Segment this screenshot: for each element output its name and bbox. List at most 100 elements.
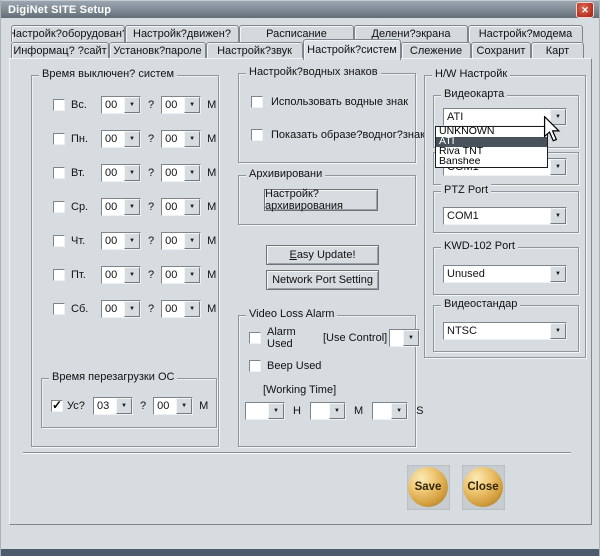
dropdown-option-unknown[interactable]: UNKNOWN xyxy=(436,127,547,137)
hour-select-monday[interactable]: 00▼ xyxy=(101,130,141,148)
dropdown-arrow-icon[interactable]: ▼ xyxy=(329,403,345,419)
dialog-bottom-edge xyxy=(1,549,600,556)
checkbox-saturday[interactable] xyxy=(53,303,65,315)
kwd102-port-select[interactable]: Unused▼ xyxy=(443,265,567,283)
hour-select-saturday[interactable]: 00▼ xyxy=(101,300,141,318)
dropdown-arrow-icon[interactable]: ▼ xyxy=(550,208,566,224)
dropdown-arrow-icon[interactable]: ▼ xyxy=(268,403,284,419)
checkbox-wednesday[interactable] xyxy=(53,201,65,213)
dropdown-arrow-icon[interactable]: ▼ xyxy=(184,233,200,249)
beep-used-label: Beep Used xyxy=(267,360,321,372)
tab-row-1: Настройк?оборудован? Настройк?движен? Ра… xyxy=(11,25,583,42)
day-label: Пт. xyxy=(71,269,101,281)
os-reboot-group-title: Время перезагрузки ОС xyxy=(49,371,177,383)
dropdown-arrow-icon[interactable]: ▼ xyxy=(124,97,140,113)
hour-min-separator: ? xyxy=(148,99,154,111)
save-sphere-icon: Save xyxy=(408,467,448,507)
tab-system-settings[interactable]: Настройк?систем xyxy=(303,39,401,60)
backup-settings-button[interactable]: Настройк?архивирования xyxy=(264,189,378,211)
dropdown-arrow-icon[interactable]: ▼ xyxy=(403,330,419,346)
minute-select-thursday[interactable]: 00▼ xyxy=(161,232,201,250)
minute-select-friday[interactable]: 00▼ xyxy=(161,266,201,284)
dropdown-arrow-icon[interactable]: ▼ xyxy=(124,199,140,215)
reboot-hour-select[interactable]: 03▼ xyxy=(93,397,133,415)
checkbox-beep-used[interactable] xyxy=(249,360,261,372)
dropdown-arrow-icon[interactable]: ▼ xyxy=(184,165,200,181)
easy-update-button[interactable]: Easy Update! xyxy=(266,245,379,265)
watermark-group-title: Настройк?водных знаков xyxy=(246,66,381,78)
minute-suffix: M xyxy=(354,405,363,417)
checkbox-sunday[interactable] xyxy=(53,99,65,111)
dropdown-arrow-icon[interactable]: ▼ xyxy=(124,233,140,249)
hour-select-sunday[interactable]: 00▼ xyxy=(101,96,141,114)
checkbox-alarm-used[interactable] xyxy=(249,332,261,344)
checkbox-show-watermark[interactable] xyxy=(251,129,263,141)
video-standard-select[interactable]: NTSC▼ xyxy=(443,322,567,340)
day-label: Чт. xyxy=(71,235,101,247)
dropdown-arrow-icon[interactable]: ▼ xyxy=(116,398,132,414)
minute-suffix: M xyxy=(207,235,216,247)
tab-save[interactable]: Сохранит xyxy=(471,42,531,59)
ptz-port-select[interactable]: COM1▼ xyxy=(443,207,567,225)
watermark-group: Настройк?водных знаков xyxy=(238,73,416,163)
dropdown-option-ati[interactable]: ATI xyxy=(436,137,547,147)
dropdown-arrow-icon[interactable]: ▼ xyxy=(124,267,140,283)
tab-map[interactable]: Карт xyxy=(531,42,584,59)
network-port-setting-button[interactable]: Network Port Setting xyxy=(266,270,379,290)
working-time-row: ▼ H ▼ M ▼ S xyxy=(245,402,423,420)
dropdown-arrow-icon[interactable]: ▼ xyxy=(124,165,140,181)
checkbox-reboot[interactable]: ✓ xyxy=(51,400,63,412)
save-button[interactable]: Save xyxy=(407,465,450,510)
dropdown-arrow-icon[interactable]: ▼ xyxy=(184,301,200,317)
tab-site-info[interactable]: Информац? ?сайт xyxy=(11,42,109,59)
dropdown-arrow-icon[interactable]: ▼ xyxy=(550,266,566,282)
close-icon[interactable]: ✕ xyxy=(576,2,594,18)
tab-tracking[interactable]: Слежение xyxy=(401,42,471,59)
use-control-label: [Use Control] xyxy=(323,332,389,344)
hour-select-thursday[interactable]: 00▼ xyxy=(101,232,141,250)
tab-motion-settings[interactable]: Настройк?движен? xyxy=(125,25,239,42)
working-second-select[interactable]: ▼ xyxy=(372,402,408,420)
checkbox-friday[interactable] xyxy=(53,269,65,281)
hw-settings-title: H/W Настройк xyxy=(432,68,510,80)
dropdown-arrow-icon[interactable]: ▼ xyxy=(391,403,407,419)
close-button[interactable]: Close xyxy=(462,465,505,510)
dropdown-arrow-icon[interactable]: ▼ xyxy=(124,131,140,147)
dropdown-arrow-icon[interactable]: ▼ xyxy=(176,398,192,414)
minute-select-wednesday[interactable]: 00▼ xyxy=(161,198,201,216)
checkbox-tuesday[interactable] xyxy=(53,167,65,179)
minute-select-saturday[interactable]: 00▼ xyxy=(161,300,201,318)
hour-select-friday[interactable]: 00▼ xyxy=(101,266,141,284)
minute-select-tuesday[interactable]: 00▼ xyxy=(161,164,201,182)
dropdown-arrow-icon[interactable]: ▼ xyxy=(184,131,200,147)
tab-password-setup[interactable]: Установк?пароле xyxy=(109,42,206,59)
dropdown-arrow-icon[interactable]: ▼ xyxy=(550,323,566,339)
working-hour-select[interactable]: ▼ xyxy=(245,402,285,420)
day-label: Ср. xyxy=(71,201,101,213)
checkbox-use-watermark[interactable] xyxy=(251,96,263,108)
dropdown-option-banshee[interactable]: Banshee xyxy=(436,157,547,167)
dropdown-arrow-icon[interactable]: ▼ xyxy=(124,301,140,317)
dropdown-arrow-icon[interactable]: ▼ xyxy=(184,97,200,113)
minute-suffix: M xyxy=(207,303,216,315)
dropdown-option-riva-tnt[interactable]: Riva TNT xyxy=(436,147,547,157)
checkbox-monday[interactable] xyxy=(53,133,65,145)
day-label: Пн. xyxy=(71,133,101,145)
dropdown-arrow-icon[interactable]: ▼ xyxy=(184,199,200,215)
shutdown-row-monday: Пн. 00▼ ? 00▼ M xyxy=(53,130,216,148)
hour-select-tuesday[interactable]: 00▼ xyxy=(101,164,141,182)
minute-select-sunday[interactable]: 00▼ xyxy=(161,96,201,114)
tab-sound-settings[interactable]: Настройк?звук xyxy=(206,42,303,59)
reboot-minute-select[interactable]: 00▼ xyxy=(153,397,193,415)
checkbox-thursday[interactable] xyxy=(53,235,65,247)
hour-select-wednesday[interactable]: 00▼ xyxy=(101,198,141,216)
tab-hardware-settings[interactable]: Настройк?оборудован? xyxy=(11,25,125,42)
working-minute-select[interactable]: ▼ xyxy=(310,402,346,420)
reboot-label: Ус? xyxy=(67,400,93,412)
dropdown-arrow-icon[interactable]: ▼ xyxy=(184,267,200,283)
dropdown-arrow-icon[interactable]: ▼ xyxy=(550,159,566,175)
minute-suffix: M xyxy=(207,269,216,281)
tab-modem-settings[interactable]: Настройк?модема xyxy=(468,25,583,42)
minute-select-monday[interactable]: 00▼ xyxy=(161,130,201,148)
use-control-select[interactable]: ▼ xyxy=(389,329,420,347)
